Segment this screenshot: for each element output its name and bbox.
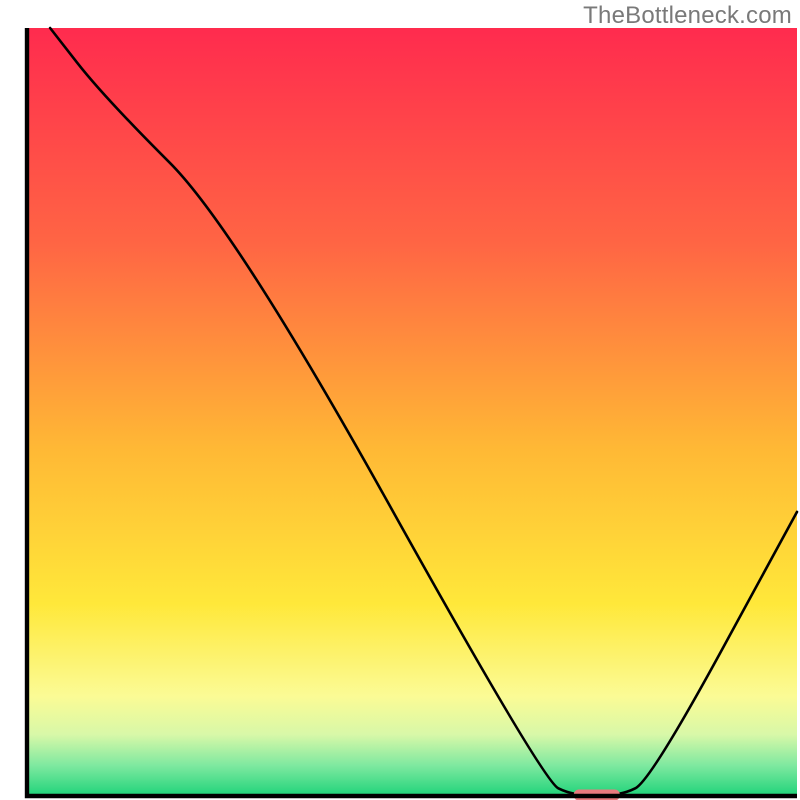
chart-svg [0, 0, 800, 800]
bottleneck-chart: TheBottleneck.com [0, 0, 800, 800]
watermark-text: TheBottleneck.com [583, 2, 792, 30]
plot-background [27, 28, 797, 796]
